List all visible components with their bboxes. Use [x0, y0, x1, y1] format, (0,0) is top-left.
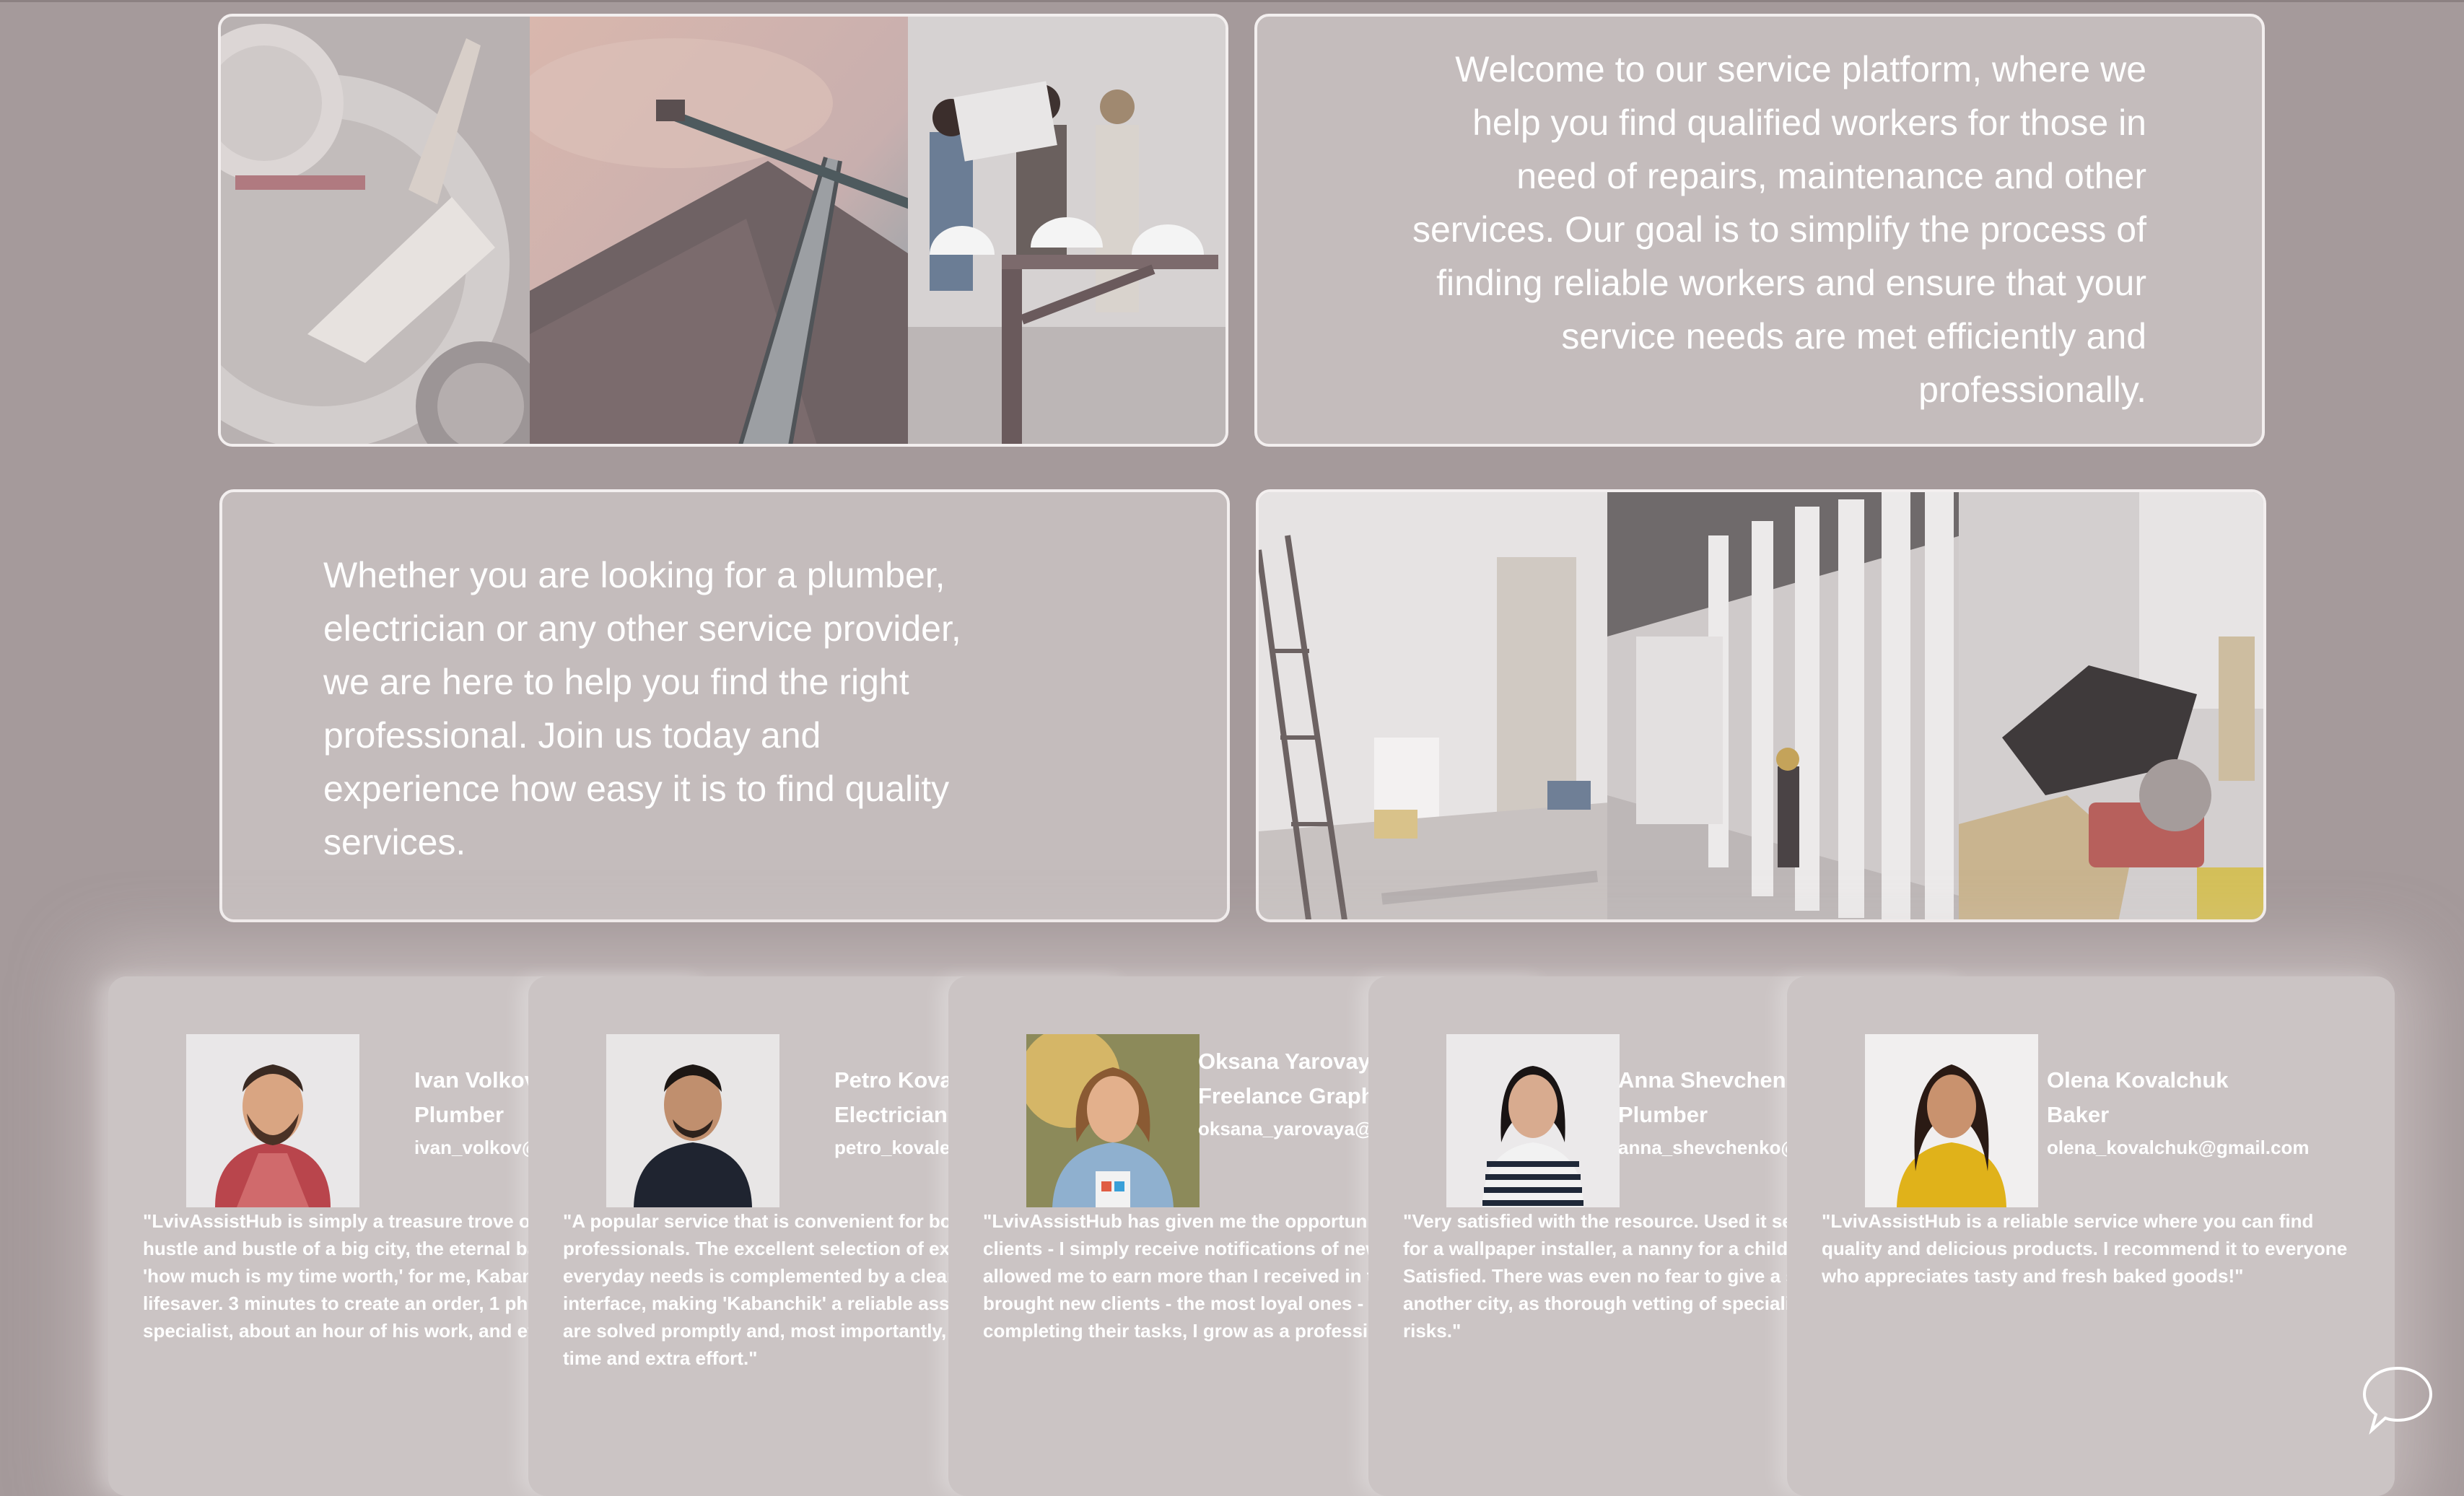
page-root: { "intro": { "welcome_text": "Welcome to…: [0, 0, 2464, 1496]
reviewer-role: Baker: [2047, 1102, 2110, 1127]
construction-photo-collage: [218, 14, 1228, 447]
avatar: [186, 1034, 359, 1207]
reviewer-name: Olena Kovalchuk: [2047, 1067, 2229, 1093]
services-text: Whether you are looking for a plumber, e…: [323, 555, 961, 862]
empty-room-ladder-photo: [1259, 492, 1608, 919]
tools-closeup-photo: [1959, 492, 2263, 919]
avatar: [606, 1034, 779, 1207]
welcome-panel: Welcome to our service platform, where w…: [1254, 14, 2265, 447]
drywall-worker-photo: [1607, 492, 1960, 919]
trowel-bucket-photo: [221, 17, 530, 444]
chat-bubble-icon: [2362, 1366, 2433, 1435]
avatar: [1446, 1034, 1620, 1207]
avatar: [1865, 1034, 2038, 1207]
reviewer-info: Olena Kovalchuk Baker olena_kovalchuk@gm…: [2047, 1063, 2395, 1163]
welcome-text: Welcome to our service platform, where w…: [1412, 49, 2146, 410]
review-text: "LvivAssistHub is a reliable service whe…: [1822, 1210, 2348, 1287]
top-divider: [0, 0, 2464, 2]
chat-button[interactable]: [2362, 1362, 2434, 1435]
renovation-photo-collage: [1256, 489, 2266, 922]
team-helmets-photo: [907, 17, 1226, 444]
avatar: [1026, 1034, 1200, 1207]
services-panel: Whether you are looking for a plumber, e…: [219, 489, 1230, 922]
crane-sky-photo: [529, 17, 908, 444]
review-card: Olena Kovalchuk Baker olena_kovalchuk@gm…: [1787, 976, 2395, 1496]
reviewer-email: olena_kovalchuk@gmail.com: [2047, 1137, 2310, 1158]
